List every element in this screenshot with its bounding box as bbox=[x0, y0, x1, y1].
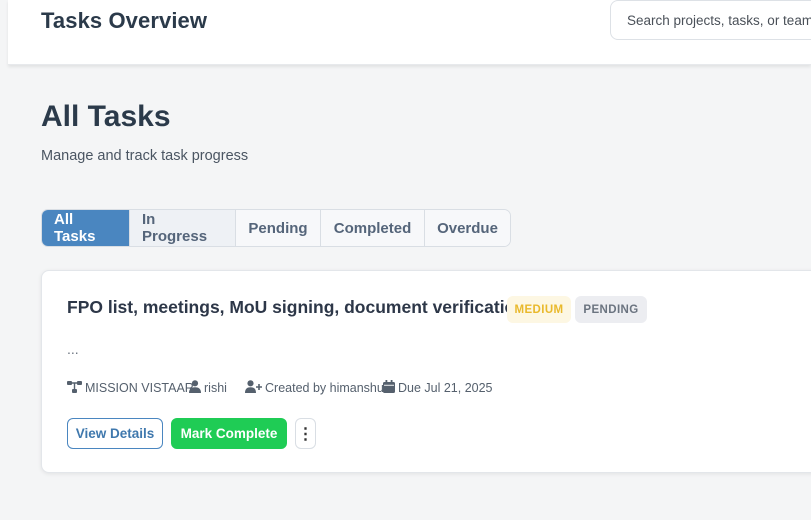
page-title: All Tasks bbox=[41, 100, 171, 133]
task-assignee: rishi bbox=[189, 379, 227, 397]
tab-overdue[interactable]: Overdue bbox=[424, 210, 510, 246]
task-creator: Created by himanshu bbox=[245, 379, 384, 397]
project-name: MISSION VISTAAR bbox=[85, 381, 194, 395]
sitemap-icon bbox=[67, 380, 85, 396]
more-options-button[interactable]: ⋮ bbox=[295, 418, 316, 449]
mark-complete-button[interactable]: Mark Complete bbox=[171, 418, 287, 449]
creator-text: Created by himanshu bbox=[265, 381, 384, 395]
priority-badge: MEDIUM bbox=[507, 296, 571, 323]
search-input[interactable] bbox=[610, 0, 811, 40]
task-card: FPO list, meetings, MoU signing, documen… bbox=[41, 270, 811, 473]
task-due-date: Due Jul 21, 2025 bbox=[383, 379, 493, 397]
task-project: MISSION VISTAAR bbox=[67, 379, 194, 397]
app-title: Tasks Overview bbox=[41, 8, 208, 33]
assignee-name: rishi bbox=[204, 381, 227, 395]
user-icon bbox=[189, 380, 204, 396]
page-subtitle: Manage and track task progress bbox=[41, 148, 249, 164]
vertical-ellipsis-icon: ⋮ bbox=[297, 425, 314, 443]
user-plus-icon bbox=[245, 380, 265, 396]
due-text: Due Jul 21, 2025 bbox=[398, 381, 493, 395]
calendar-icon bbox=[383, 380, 398, 396]
status-badge: PENDING bbox=[575, 296, 647, 323]
task-description: ... bbox=[67, 341, 79, 357]
tab-in-progress[interactable]: In Progress bbox=[129, 210, 235, 246]
task-filter-tabs: All Tasks In Progress Pending Completed … bbox=[41, 209, 511, 247]
task-title: FPO list, meetings, MoU signing, documen… bbox=[67, 297, 526, 317]
view-details-button[interactable]: View Details bbox=[67, 418, 163, 449]
top-header: Tasks Overview bbox=[8, 0, 811, 65]
tab-pending[interactable]: Pending bbox=[235, 210, 320, 246]
tab-completed[interactable]: Completed bbox=[320, 210, 424, 246]
tab-all-tasks[interactable]: All Tasks bbox=[42, 210, 129, 246]
